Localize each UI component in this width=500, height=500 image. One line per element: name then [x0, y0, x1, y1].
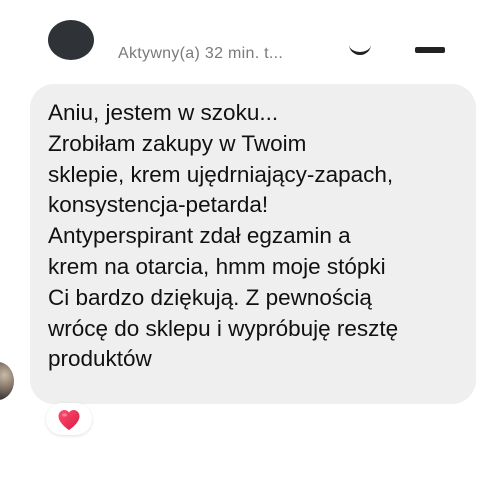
sender-avatar[interactable]: [0, 362, 14, 400]
activity-status: Aktywny(a) 32 min. t...: [118, 45, 284, 62]
message-line: konsystencja-petarda!: [48, 192, 269, 218]
phone-icon[interactable]: [349, 34, 371, 55]
message-line: sklepie, krem ujędrniający-zapach,: [48, 161, 394, 187]
message-line: Ci bardzo dziękują. Z pewnością: [48, 284, 372, 310]
video-call-icon[interactable]: [415, 47, 445, 53]
message-line: Antyperspirant zdał egzamin a: [48, 223, 351, 249]
message-line: krem na otarcia, hmm moje stópki: [48, 253, 386, 279]
reaction-badge[interactable]: [46, 403, 92, 435]
message-line: wrócę do sklepu i wypróbuję resztę: [48, 315, 399, 341]
heart-icon: [58, 410, 80, 430]
message-line: Zrobiłam zakupy w Twoim: [48, 130, 307, 156]
chat-screen: Aktywny(a) 32 min. t... Aniu, jestem w s…: [0, 0, 500, 500]
message-bubble[interactable]: Aniu, jestem w szoku... Zrobiłam zakupy …: [30, 84, 476, 404]
contact-avatar[interactable]: [48, 20, 94, 60]
message-line: produktów: [48, 346, 152, 372]
message-line: Aniu, jestem w szoku...: [48, 100, 279, 125]
chat-header: Aktywny(a) 32 min. t...: [0, 0, 500, 70]
